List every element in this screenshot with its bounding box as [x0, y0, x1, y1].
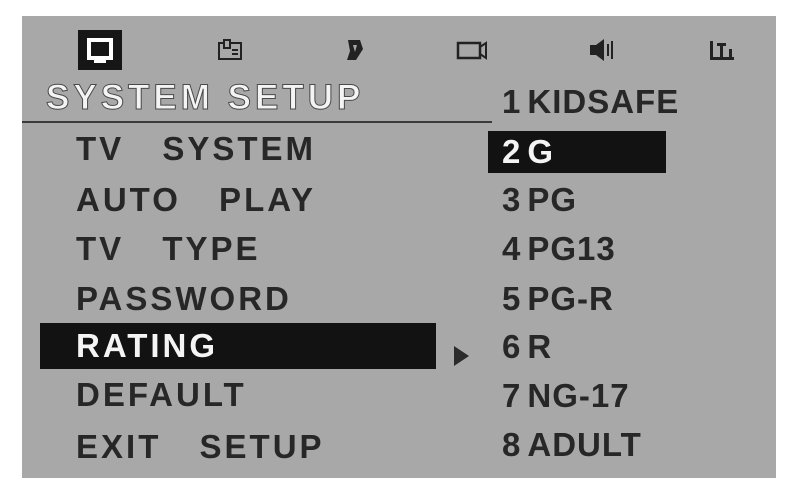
option-number: 5 [502, 280, 522, 317]
menu-item-password[interactable]: PASSWORD [40, 276, 436, 322]
rating-option-pg[interactable]: 3 PG [488, 179, 666, 221]
option-number: 4 [502, 230, 522, 267]
speaker-icon[interactable] [580, 30, 624, 70]
divider [22, 121, 492, 123]
option-number: 1 [502, 83, 522, 120]
option-label: PG13 [527, 230, 616, 267]
option-label: G [527, 133, 555, 170]
digital-icon[interactable] [700, 30, 744, 70]
option-label: PG-R [527, 280, 614, 317]
menu-item-label: DEFAULT [76, 376, 247, 413]
rating-option-kidsafe[interactable]: 1 KIDSAFE [488, 81, 678, 123]
menu-item-rating[interactable]: RATING [40, 323, 436, 369]
menu-item-tv-system[interactable]: TV SYSTEM [40, 126, 436, 172]
option-number: 2 [502, 133, 522, 170]
option-label: R [527, 328, 553, 365]
page-title: SYSTEM SETUP [45, 78, 365, 118]
menu-item-label: AUTO PLAY [76, 181, 317, 218]
menu-item-auto-play[interactable]: AUTO PLAY [40, 177, 436, 223]
menu-item-label: RATING [76, 327, 219, 364]
option-number: 6 [502, 328, 522, 365]
menu-item-default[interactable]: DEFAULT [40, 372, 436, 418]
option-number: 7 [502, 377, 522, 414]
option-label: KIDSAFE [527, 83, 680, 120]
setup-screen: SYSTEM SETUP TV SYSTEM AUTO PLAY TV TYPE… [22, 16, 776, 478]
menu-item-label: TV SYSTEM [76, 130, 317, 167]
option-number: 8 [502, 426, 522, 463]
current-selection-arrow-icon [454, 346, 469, 366]
menu-item-exit-setup[interactable]: EXIT SETUP [40, 424, 436, 470]
option-label: ADULT [527, 426, 642, 463]
rating-option-adult[interactable]: 8 ADULT [488, 424, 666, 466]
language-icon[interactable] [208, 30, 252, 70]
rating-option-r[interactable]: 6 R [488, 326, 666, 368]
menu-item-label: EXIT SETUP [76, 428, 325, 465]
rating-option-ng-17[interactable]: 7 NG-17 [488, 375, 666, 417]
video-icon[interactable] [450, 30, 494, 70]
menu-item-tv-type[interactable]: TV TYPE [40, 226, 436, 272]
option-number: 3 [502, 181, 522, 218]
rating-option-pg13[interactable]: 4 PG13 [488, 228, 666, 270]
menu-item-label: PASSWORD [76, 280, 292, 317]
rating-option-g[interactable]: 2 G [488, 131, 666, 173]
option-label: NG-17 [527, 377, 630, 414]
option-label: PG [527, 181, 578, 218]
audio-icon[interactable] [332, 30, 376, 70]
menu-item-label: TV TYPE [76, 230, 261, 267]
rating-option-pg-r[interactable]: 5 PG-R [488, 278, 666, 320]
tv-icon[interactable] [78, 30, 122, 70]
